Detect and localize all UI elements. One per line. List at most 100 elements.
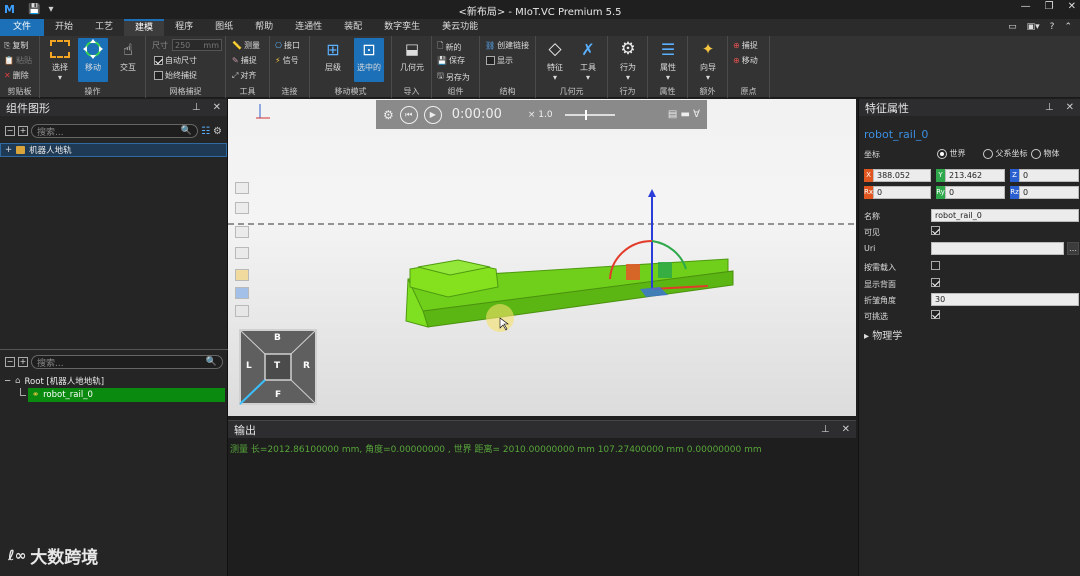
minimize-button[interactable]: —: [1021, 1, 1031, 12]
interact-button[interactable]: ☝ 交互: [113, 38, 143, 73]
tab-digital-twin[interactable]: 数字孪生: [373, 19, 431, 36]
tab-help[interactable]: 帮助: [244, 19, 284, 36]
feature-button[interactable]: ◇ 特征 ▾: [540, 38, 570, 82]
delete-button[interactable]: ✕ 删除: [4, 70, 29, 81]
close-panel-icon[interactable]: ✕: [213, 102, 221, 113]
tab-process[interactable]: 工艺: [84, 19, 124, 36]
tab-connectivity[interactable]: 连通性: [284, 19, 333, 36]
window-layout-icon[interactable]: ▣▾: [1027, 19, 1040, 36]
settings-icon[interactable]: ⚙: [213, 126, 222, 137]
coord-parent-radio[interactable]: 父系坐标: [983, 148, 1028, 159]
hierarchy-root[interactable]: − ⌂ Root [机器人地地轨]: [0, 374, 228, 388]
interface-button[interactable]: ⎔ 接口: [275, 40, 300, 51]
uri-browse-button[interactable]: …: [1067, 242, 1079, 255]
tab-file[interactable]: 文件: [0, 19, 45, 36]
uri-input[interactable]: [931, 242, 1064, 255]
origin-move-button[interactable]: ⊕ 移动: [733, 55, 758, 66]
snap-button[interactable]: ✎ 捕捉: [232, 55, 257, 66]
view-ortho-icon[interactable]: [235, 226, 249, 238]
paste-button[interactable]: 📋 粘贴: [4, 55, 32, 66]
selectable-checkbox[interactable]: [931, 310, 940, 319]
properties-button[interactable]: ☰ 属性 ▾: [653, 38, 683, 83]
quick-access-dropdown-icon[interactable]: ▾: [48, 4, 53, 15]
view-cube-front[interactable]: F: [275, 390, 281, 400]
align-button[interactable]: ⤢ 对齐: [232, 70, 256, 81]
restore-button[interactable]: ❐: [1045, 1, 1054, 12]
tab-meiyun[interactable]: 美云功能: [431, 19, 489, 36]
pin-icon[interactable]: ⊥: [192, 102, 201, 113]
grid-size-input[interactable]: 250 mm: [172, 39, 222, 51]
tab-modeling[interactable]: 建模: [124, 19, 165, 36]
always-snap-checkbox[interactable]: 始终捕捉: [154, 70, 197, 81]
tab-assembly[interactable]: 装配: [333, 19, 373, 36]
output-pin-icon[interactable]: ⊥: [821, 424, 830, 435]
properties-pin-icon[interactable]: ⊥: [1045, 102, 1054, 113]
3d-viewport[interactable]: ⚙ ⏮ ▶ 0:00:00 × 1.0 ▤ ▬ ∀ B L T R F: [228, 99, 856, 416]
selection-mode-icon[interactable]: [235, 305, 249, 317]
copy-button[interactable]: ⎘ 复制: [4, 40, 28, 51]
select-button[interactable]: 选择 ▾: [45, 38, 75, 82]
speed-slider[interactable]: [564, 109, 615, 120]
save-component-button[interactable]: 💾 保存: [437, 55, 465, 66]
tab-program[interactable]: 程序: [164, 19, 204, 36]
backface-checkbox[interactable]: [931, 278, 940, 287]
properties-close-icon[interactable]: ✕: [1066, 102, 1074, 113]
create-link-button[interactable]: ⛓ 创建链接: [485, 40, 529, 51]
zoom-selection-icon[interactable]: [235, 202, 249, 214]
hierarchy-search-input[interactable]: 搜索... 🔍: [31, 355, 223, 369]
view-cube-back[interactable]: B: [274, 333, 281, 343]
view-cube-left[interactable]: L: [246, 361, 252, 371]
new-component-button[interactable]: 🗋 新的: [437, 40, 461, 54]
ribbon-collapse-icon[interactable]: ⌃: [1064, 19, 1072, 36]
record-icons[interactable]: ▤ ▬ ∀: [668, 109, 700, 120]
collapse-all-icon[interactable]: −: [5, 126, 15, 136]
y-input[interactable]: 213.462: [945, 169, 1005, 182]
level-button[interactable]: ⊞ 层级: [318, 38, 348, 73]
rewind-button[interactable]: ⏮: [399, 105, 418, 124]
component-graph-item[interactable]: + 机器人地轨: [0, 143, 227, 157]
view-cube-top[interactable]: T: [274, 361, 280, 371]
measure-button[interactable]: 📏 测量: [232, 40, 260, 51]
tab-start[interactable]: 开始: [44, 19, 84, 36]
expand-icon[interactable]: +: [5, 145, 12, 155]
origin-snap-button[interactable]: ⊕ 捕捉: [733, 40, 758, 51]
rz-input[interactable]: 0: [1019, 186, 1079, 199]
zoom-fit-icon[interactable]: [235, 182, 249, 194]
load-on-demand-checkbox[interactable]: [931, 261, 940, 270]
expand-all-icon[interactable]: +: [18, 126, 28, 136]
hierarchy-expand-icon[interactable]: +: [18, 357, 28, 367]
quick-access-save-icon[interactable]: 💾: [28, 4, 40, 15]
view-cube-right[interactable]: R: [303, 361, 310, 371]
coord-world-radio[interactable]: 世界: [937, 148, 966, 159]
geometry-import-button[interactable]: ⬓ 几何元: [397, 38, 427, 73]
visible-checkbox[interactable]: [931, 226, 940, 235]
behavior-button[interactable]: ⚙ 行为 ▾: [613, 38, 643, 82]
help-icon[interactable]: ?: [1050, 19, 1055, 36]
show-checkbox[interactable]: 显示: [486, 55, 513, 66]
z-input[interactable]: 0: [1019, 169, 1079, 182]
view-cube[interactable]: B L T R F: [239, 329, 317, 405]
display-mode-icon[interactable]: [235, 287, 249, 299]
save-as-button[interactable]: 🖫 另存为: [437, 70, 470, 84]
hierarchy-collapse-icon[interactable]: −: [5, 357, 15, 367]
hierarchy-child[interactable]: ⚭ robot_rail_0: [28, 388, 225, 402]
play-button[interactable]: ▶: [423, 105, 442, 124]
settings-gear-icon[interactable]: ⚙: [383, 108, 394, 122]
name-input[interactable]: robot_rail_0: [931, 209, 1079, 222]
auto-size-checkbox[interactable]: 自动尺寸: [154, 55, 197, 66]
coord-object-radio[interactable]: 物体: [1031, 148, 1060, 159]
component-search-input[interactable]: 搜索... 🔍: [31, 124, 199, 138]
selected-button[interactable]: ⊡ 选中的: [354, 38, 384, 82]
wizard-button[interactable]: ✦ 向导 ▾: [693, 38, 723, 82]
collapse-icon[interactable]: −: [4, 376, 11, 386]
crease-input[interactable]: 30: [931, 293, 1079, 306]
render-mode-icon[interactable]: [235, 269, 249, 281]
move-button[interactable]: 移动: [78, 38, 108, 82]
physics-section[interactable]: ▸ 物理学: [864, 327, 902, 342]
layout-icon[interactable]: ▭: [1008, 19, 1017, 36]
ry-input[interactable]: 0: [945, 186, 1005, 199]
rx-input[interactable]: 0: [873, 186, 931, 199]
close-button[interactable]: ✕: [1068, 1, 1076, 12]
x-input[interactable]: 388.052: [873, 169, 931, 182]
output-close-icon[interactable]: ✕: [842, 424, 850, 435]
